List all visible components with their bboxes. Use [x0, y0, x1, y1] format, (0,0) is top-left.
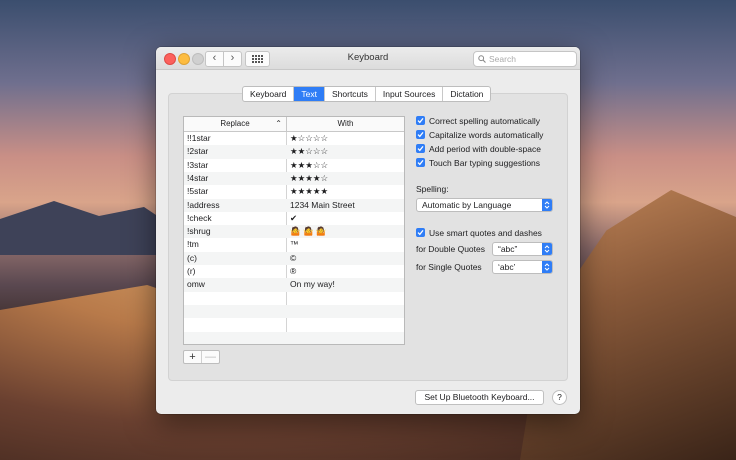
checkmark-icon — [417, 145, 424, 152]
with-cell: ™ — [290, 239, 299, 250]
checkmark-icon — [417, 117, 424, 124]
table-body: !!1star ★☆☆☆☆ !2star ★★☆☆☆ !3star ★★★☆☆ !4s… — [184, 132, 404, 344]
empty-row — [184, 318, 404, 331]
search-input[interactable] — [489, 53, 573, 64]
replace-cell: !5star — [187, 186, 209, 197]
with-cell: ✔ — [290, 212, 298, 223]
column-header-replace[interactable]: Replace ⌃ — [184, 117, 287, 131]
with-cell: ★★★★☆ — [290, 172, 329, 183]
replace-cell: omw — [187, 279, 205, 290]
tab-input-sources[interactable]: Input Sources — [376, 87, 444, 101]
with-cell: ★☆☆☆☆ — [290, 133, 329, 143]
popup-arrows-icon — [542, 199, 552, 211]
tab-keyboard[interactable]: Keyboard — [243, 87, 295, 101]
tab-shortcuts[interactable]: Shortcuts — [325, 87, 376, 101]
replace-cell: (c) — [187, 252, 197, 263]
remove-button[interactable]: — — [201, 351, 219, 363]
replacements-table: Replace ⌃ With !!1star ★☆☆☆☆ !2star ★★☆☆☆ … — [183, 116, 405, 345]
with-cell: ★★★☆☆ — [290, 159, 329, 170]
table-row[interactable]: !2star ★★☆☆☆ — [184, 145, 404, 159]
single-quotes-label: for Single Quotes — [416, 262, 482, 272]
touch-bar-suggestions-checkbox[interactable] — [416, 158, 425, 167]
replace-cell: !!1star — [187, 133, 211, 143]
table-row[interactable]: !5star ★★★★★ — [184, 185, 404, 198]
replace-cell: !check — [187, 212, 212, 223]
desktop-mountain — [0, 201, 180, 255]
replace-cell: !2star — [187, 146, 209, 157]
correct-spelling-checkbox[interactable] — [416, 116, 425, 125]
with-cell: 🤷 🤷 🤷 — [290, 226, 327, 237]
popup-arrows-icon — [542, 243, 552, 255]
with-cell: ★★★★★ — [290, 186, 329, 197]
popup-arrows-icon — [542, 261, 552, 273]
replace-cell: !4star — [187, 172, 209, 183]
spelling-popup-value: Automatic by Language — [422, 200, 512, 210]
table-row[interactable]: (r) ® — [184, 265, 404, 278]
sort-ascending-icon: ⌃ — [275, 119, 282, 128]
with-cell: On my way! — [290, 279, 335, 290]
smart-quotes-checkbox[interactable] — [416, 228, 425, 237]
empty-row — [184, 292, 404, 305]
table-row[interactable]: !check ✔ — [184, 212, 404, 225]
tab-text[interactable]: Text — [294, 87, 325, 101]
spelling-popup[interactable]: Automatic by Language — [416, 198, 553, 212]
empty-row — [184, 304, 404, 319]
add-remove-buttons: + — — [183, 350, 220, 364]
capitalize-words-checkbox[interactable] — [416, 130, 425, 139]
column-header-replace-label: Replace — [220, 119, 250, 128]
table-row[interactable]: !4star ★★★★☆ — [184, 171, 404, 186]
single-quotes-value: ‘abc’ — [498, 262, 516, 272]
double-space-period-label: Add period with double-space — [429, 144, 541, 154]
single-quotes-popup[interactable]: ‘abc’ — [492, 260, 553, 274]
with-cell: ★★☆☆☆ — [290, 146, 329, 157]
table-row[interactable]: !3star ★★★☆☆ — [184, 159, 404, 172]
table-row[interactable]: !address 1234 Main Street — [184, 198, 404, 212]
tab-bar: Keyboard Text Shortcuts Input Sources Di… — [242, 86, 492, 102]
keyboard-preferences-window: ‹ › Keyboard Keyboard Text Shortcuts Inp… — [156, 47, 580, 414]
spelling-label: Spelling: — [416, 184, 449, 194]
touch-bar-suggestions-label: Touch Bar typing suggestions — [429, 158, 541, 168]
double-space-period-checkbox[interactable] — [416, 144, 425, 153]
tab-dictation[interactable]: Dictation — [443, 87, 490, 101]
table-header: Replace ⌃ With — [184, 117, 404, 132]
with-cell: © — [290, 252, 297, 263]
add-button[interactable]: + — [184, 351, 201, 363]
double-quotes-label: for Double Quotes — [416, 244, 485, 254]
double-quotes-value: “abc” — [498, 244, 518, 254]
search-icon — [478, 55, 486, 63]
table-row[interactable]: (c) © — [184, 251, 404, 265]
search-field[interactable] — [473, 51, 577, 67]
capitalize-words-label: Capitalize words automatically — [429, 130, 544, 140]
table-row[interactable]: !!1star ★☆☆☆☆ — [184, 132, 404, 145]
column-header-with[interactable]: With — [287, 117, 404, 131]
replace-cell: !address — [187, 199, 220, 210]
table-row[interactable]: !shrug 🤷 🤷 🤷 — [184, 225, 404, 239]
checkmark-icon — [417, 159, 424, 166]
smart-quotes-label: Use smart quotes and dashes — [429, 228, 542, 238]
replace-cell: (r) — [187, 266, 196, 276]
replace-cell: !tm — [187, 239, 199, 250]
checkmark-icon — [417, 229, 424, 236]
table-row[interactable]: omw On my way! — [184, 278, 404, 292]
double-quotes-popup[interactable]: “abc” — [492, 242, 553, 256]
help-button[interactable]: ? — [552, 390, 567, 405]
replace-cell: !3star — [187, 159, 209, 170]
titlebar: ‹ › Keyboard — [156, 47, 580, 70]
with-cell: 1234 Main Street — [290, 199, 355, 210]
checkmark-icon — [417, 131, 424, 138]
empty-row — [184, 331, 404, 344]
table-row[interactable]: !tm ™ — [184, 238, 404, 251]
with-cell: ® — [290, 266, 297, 276]
correct-spelling-label: Correct spelling automatically — [429, 116, 541, 126]
setup-bluetooth-keyboard-button[interactable]: Set Up Bluetooth Keyboard... — [415, 390, 544, 405]
replace-cell: !shrug — [187, 226, 211, 237]
